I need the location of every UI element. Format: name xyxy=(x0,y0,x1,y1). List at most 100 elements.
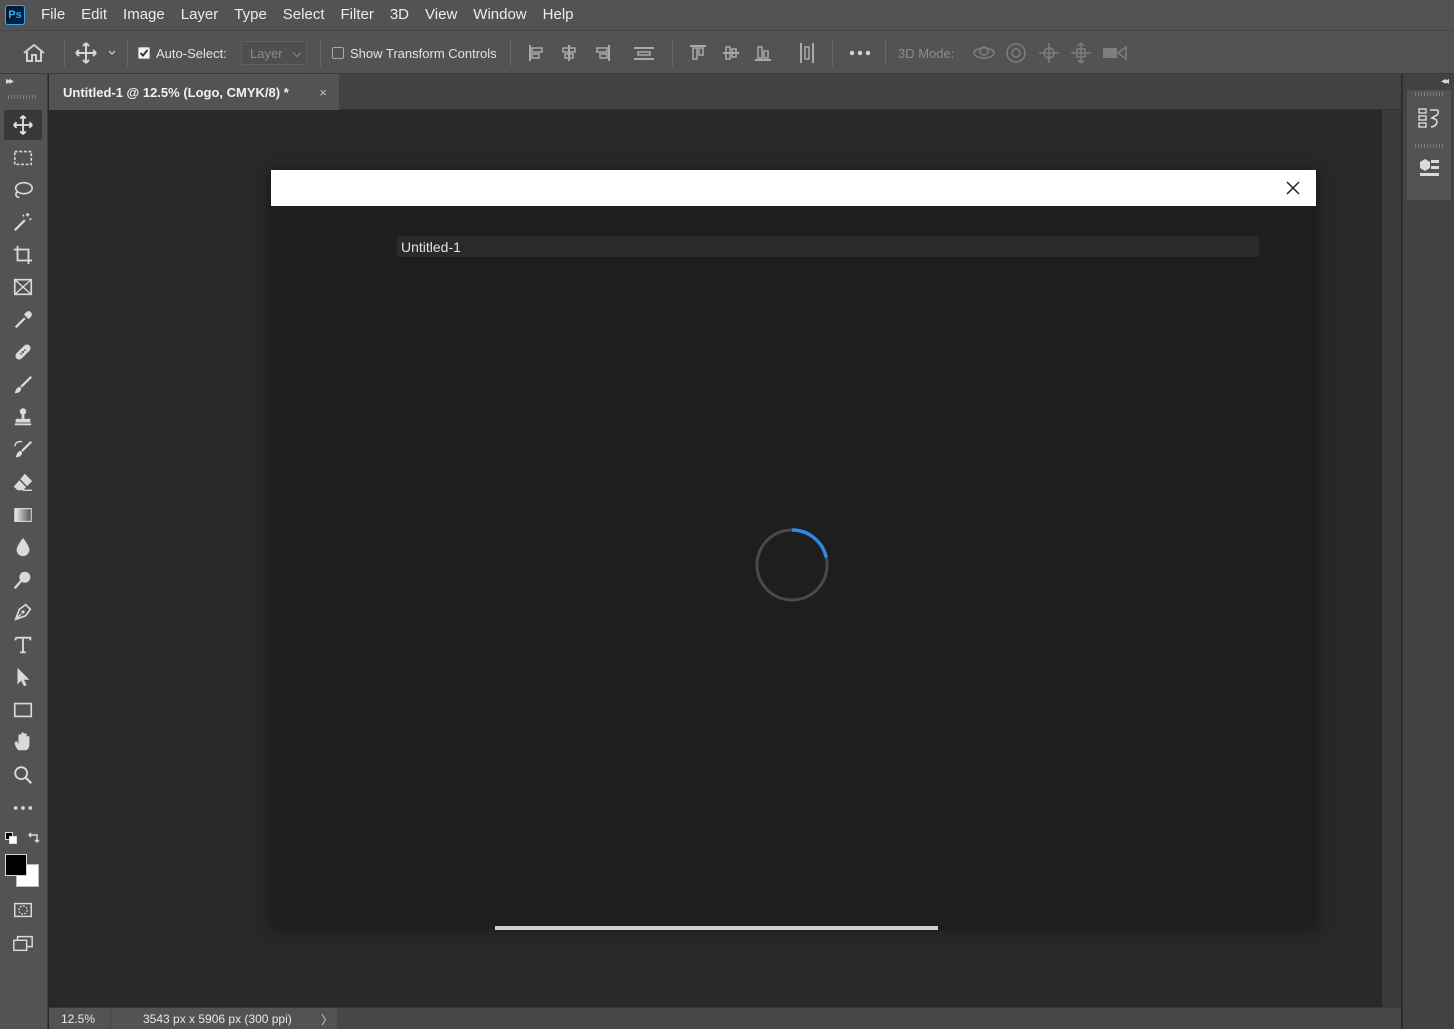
foreground-color-swatch[interactable] xyxy=(5,854,27,876)
auto-select-target-dropdown[interactable]: Layer xyxy=(241,41,307,65)
more-options-icon[interactable] xyxy=(849,31,871,75)
loading-spinner-icon xyxy=(754,527,830,603)
more-tools-icon[interactable] xyxy=(4,793,42,823)
distribute-horizontal-icon[interactable] xyxy=(797,31,817,75)
distribute-vertical-icon[interactable] xyxy=(633,31,655,75)
show-transform-label: Show Transform Controls xyxy=(350,45,497,61)
separator xyxy=(510,40,511,66)
panel-grip[interactable] xyxy=(1415,144,1443,148)
zoom-tool-icon[interactable] xyxy=(4,760,42,790)
pen-tool-icon[interactable] xyxy=(4,597,42,627)
menu-image[interactable]: Image xyxy=(115,0,173,30)
move-tool-preset-icon[interactable] xyxy=(74,31,98,75)
healing-brush-tool-icon[interactable] xyxy=(4,337,42,367)
close-icon[interactable]: × xyxy=(319,85,327,100)
3d-pan-icon[interactable] xyxy=(1038,31,1060,75)
clone-stamp-tool-icon[interactable] xyxy=(4,402,42,432)
separator xyxy=(127,40,128,66)
screen-mode-icon[interactable] xyxy=(4,928,42,958)
menu-bar: Ps File Edit Image Layer Type Select Fil… xyxy=(0,0,1454,30)
path-selection-tool-icon[interactable] xyxy=(4,662,42,692)
separator xyxy=(320,40,321,66)
close-icon[interactable] xyxy=(1284,179,1302,197)
default-colors-icon[interactable] xyxy=(5,832,17,847)
options-bar: Auto-Select: Layer Show Transform Contro… xyxy=(0,30,1454,74)
tools-panel: ▸▸ xyxy=(0,74,48,1029)
rectangular-marquee-tool-icon[interactable] xyxy=(4,143,42,173)
loading-dialog: Untitled-1 xyxy=(271,170,1316,930)
show-transform-checkbox[interactable] xyxy=(332,47,344,59)
chevron-down-icon[interactable] xyxy=(107,31,117,75)
swap-colors-icon[interactable] xyxy=(27,831,40,847)
home-icon[interactable] xyxy=(22,31,46,75)
status-menu-arrow[interactable]: 〉 xyxy=(321,1011,333,1028)
quick-mask-icon[interactable] xyxy=(4,895,42,925)
gradient-tool-icon[interactable] xyxy=(4,500,42,530)
panel-grip[interactable] xyxy=(1415,92,1443,96)
separator xyxy=(672,40,673,66)
blur-tool-icon[interactable] xyxy=(4,532,42,562)
separator xyxy=(832,40,833,66)
panel-grip[interactable] xyxy=(8,95,36,99)
eyedropper-tool-icon[interactable] xyxy=(4,305,42,335)
3d-mode-label: 3D Mode: xyxy=(898,45,955,61)
auto-select-label: Auto-Select: xyxy=(156,45,227,61)
show-transform-option[interactable]: Show Transform Controls xyxy=(332,31,497,75)
auto-select-target-value: Layer xyxy=(250,45,283,61)
dialog-titlebar xyxy=(271,170,1316,206)
brush-tool-icon[interactable] xyxy=(4,370,42,400)
zoom-level-field[interactable]: 12.5% xyxy=(49,1008,110,1029)
move-tool-icon[interactable] xyxy=(4,110,42,140)
progress-bar-fill xyxy=(495,926,938,930)
panel-icon-group xyxy=(1407,90,1451,200)
hand-tool-icon[interactable] xyxy=(4,727,42,757)
lasso-tool-icon[interactable] xyxy=(4,175,42,205)
align-bottom-icon[interactable] xyxy=(753,31,773,75)
document-info: 3543 px x 5906 px (300 ppi) xyxy=(111,1008,337,1029)
auto-select-option[interactable]: Auto-Select: xyxy=(138,31,227,75)
frame-tool-icon[interactable] xyxy=(4,272,42,302)
menu-filter[interactable]: Filter xyxy=(333,0,382,30)
align-right-icon[interactable] xyxy=(592,31,612,75)
eraser-tool-icon[interactable] xyxy=(4,467,42,497)
menu-edit[interactable]: Edit xyxy=(73,0,115,30)
menu-3d[interactable]: 3D xyxy=(382,0,417,30)
align-horizontal-center-icon[interactable] xyxy=(559,31,579,75)
3d-panel-icon[interactable] xyxy=(1417,156,1441,183)
photoshop-logo: Ps xyxy=(5,5,25,25)
3d-orbit-icon[interactable] xyxy=(972,31,996,75)
right-panel-dock: ◂◂ xyxy=(1402,74,1454,1029)
align-vertical-center-icon[interactable] xyxy=(721,31,741,75)
magic-wand-tool-icon[interactable] xyxy=(4,207,42,237)
menu-type[interactable]: Type xyxy=(226,0,275,30)
menu-view[interactable]: View xyxy=(417,0,465,30)
status-bar: 12.5% 3543 px x 5906 px (300 ppi) 〉 xyxy=(49,1007,1401,1029)
document-tab[interactable]: Untitled-1 @ 12.5% (Logo, CMYK/8) * × xyxy=(49,74,339,110)
type-tool-icon[interactable] xyxy=(4,630,42,660)
menu-window[interactable]: Window xyxy=(465,0,534,30)
layer-select-wrapper: Layer xyxy=(241,31,307,75)
align-left-icon[interactable] xyxy=(527,31,547,75)
menu-layer[interactable]: Layer xyxy=(173,0,227,30)
auto-select-checkbox[interactable] xyxy=(138,47,150,59)
separator xyxy=(885,40,886,66)
crop-tool-icon[interactable] xyxy=(4,240,42,270)
progress-bar xyxy=(495,926,938,930)
collapse-panel-icon[interactable]: ◂◂ xyxy=(1441,76,1449,87)
chevron-down-icon xyxy=(292,48,302,58)
expand-panel-icon[interactable]: ▸▸ xyxy=(6,76,14,87)
separator xyxy=(64,40,65,66)
vertical-scrollbar[interactable] xyxy=(1382,110,1401,1007)
3d-slide-icon[interactable] xyxy=(1070,31,1092,75)
menu-file[interactable]: File xyxy=(33,0,73,30)
menu-select[interactable]: Select xyxy=(275,0,333,30)
history-brush-tool-icon[interactable] xyxy=(4,435,42,465)
3d-mode-label-wrap: 3D Mode: xyxy=(898,31,954,75)
3d-roll-icon[interactable] xyxy=(1005,31,1027,75)
rectangle-tool-icon[interactable] xyxy=(4,695,42,725)
align-top-icon[interactable] xyxy=(688,31,708,75)
history-panel-icon[interactable] xyxy=(1417,106,1441,133)
3d-scale-icon[interactable] xyxy=(1102,31,1128,75)
dodge-tool-icon[interactable] xyxy=(4,565,42,595)
menu-help[interactable]: Help xyxy=(535,0,582,30)
